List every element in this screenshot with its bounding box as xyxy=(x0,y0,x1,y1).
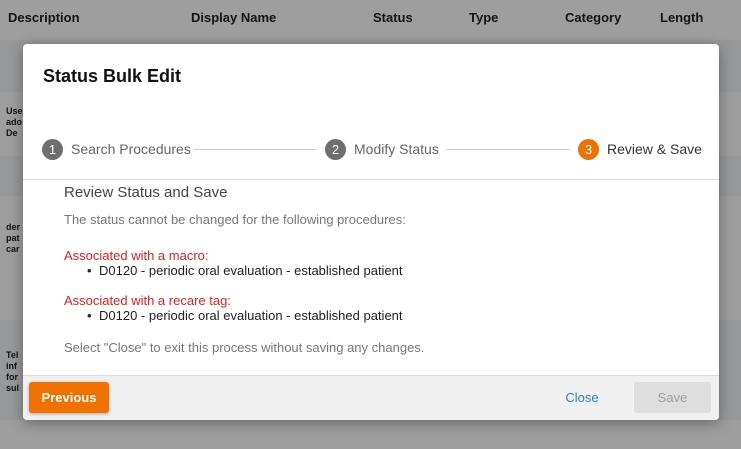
macro-procedure-list: • D0120 - periodic oral evaluation - esta… xyxy=(64,263,403,279)
step-connector xyxy=(446,149,570,150)
step-connector xyxy=(194,149,316,150)
bullet-icon: • xyxy=(87,263,92,278)
intro-text: The status cannot be changed for the fol… xyxy=(64,212,406,227)
step-label-review-save: Review & Save xyxy=(607,141,702,157)
save-button[interactable]: Save xyxy=(634,382,711,413)
procedure-text: D0120 - periodic oral evaluation - estab… xyxy=(99,308,403,323)
section-title: Review Status and Save xyxy=(64,184,228,201)
close-button[interactable]: Close xyxy=(555,382,609,413)
recare-procedure-list: • D0120 - periodic oral evaluation - esta… xyxy=(64,308,403,324)
step-review-save: 3 Review & Save xyxy=(578,138,702,160)
wizard-stepper: 1 Search Procedures 2 Modify Status 3 Re… xyxy=(42,138,702,160)
procedure-text: D0120 - periodic oral evaluation - estab… xyxy=(99,263,403,278)
step-label-search-procedures: Search Procedures xyxy=(71,141,191,157)
step-number-3: 3 xyxy=(578,138,599,160)
list-item: • D0120 - periodic oral evaluation - esta… xyxy=(64,263,403,279)
step-number-1: 1 xyxy=(42,138,63,160)
macro-group-title: Associated with a macro: xyxy=(64,248,209,263)
list-item: • D0120 - periodic oral evaluation - esta… xyxy=(64,308,403,324)
recare-group-title: Associated with a recare tag: xyxy=(64,293,231,308)
dialog-title: Status Bulk Edit xyxy=(43,66,182,86)
status-bulk-edit-dialog: Status Bulk Edit 1 Search Procedures 2 M… xyxy=(23,44,719,420)
step-search-procedures: 1 Search Procedures xyxy=(42,138,191,160)
divider xyxy=(23,179,719,180)
previous-button[interactable]: Previous xyxy=(29,382,109,413)
dialog-footer: Previous Close Save xyxy=(23,375,719,420)
step-label-modify-status: Modify Status xyxy=(354,141,439,157)
step-modify-status: 2 Modify Status xyxy=(325,138,439,160)
bullet-icon: • xyxy=(87,308,92,323)
close-instruction-text: Select "Close" to exit this process with… xyxy=(64,340,425,355)
step-number-2: 2 xyxy=(325,138,346,160)
